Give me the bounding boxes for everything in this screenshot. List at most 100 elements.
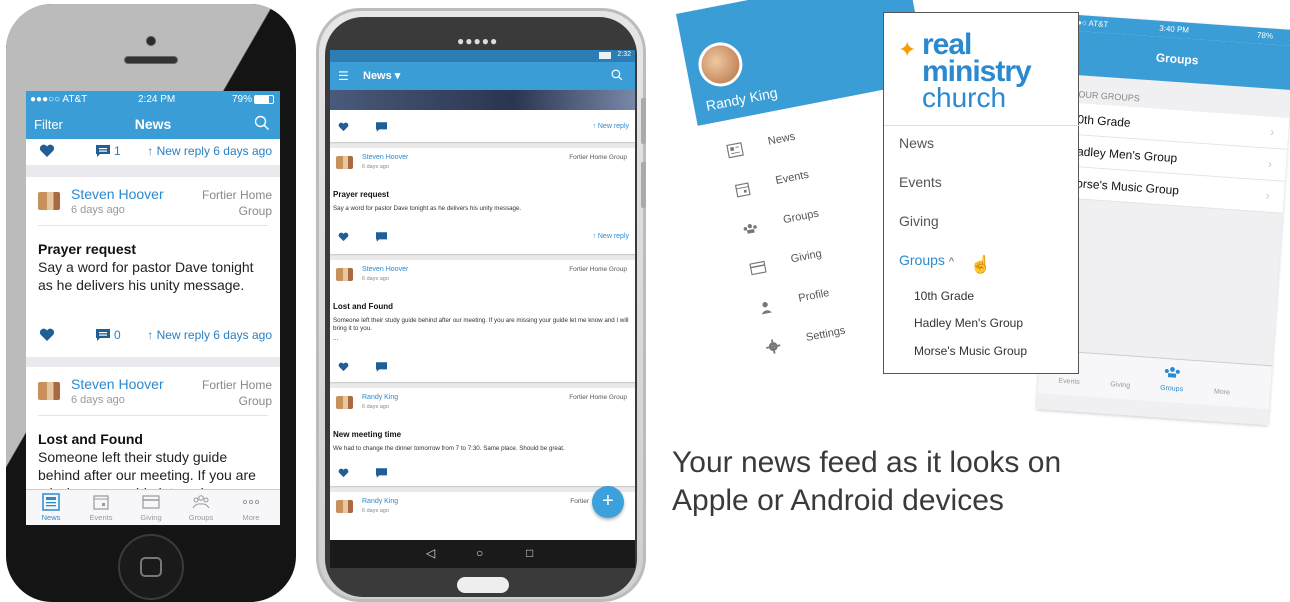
tab-events[interactable]: Events [76,493,126,522]
post-title: Lost and Found [38,431,143,447]
post-time: 6 days ago [362,404,389,410]
new-reply-link[interactable]: ↑ New reply [592,123,629,130]
group-row-label: 10th Grade [1070,111,1132,130]
submenu-item[interactable]: 10th Grade [914,289,974,303]
search-icon[interactable] [611,69,623,81]
avatar [38,382,60,400]
avatar [336,396,353,409]
post-body: We had to change the dinner tomorrow fro… [333,445,565,452]
comment-icon[interactable] [376,232,387,242]
submenu-item[interactable]: Morse's Music Group [914,344,1027,358]
post-time: 6 days ago [71,394,125,406]
menu-item-news[interactable]: News [899,135,934,151]
news-icon [726,142,744,159]
heart-icon[interactable] [338,232,349,242]
tab-label: More [242,513,260,522]
android-speaker-dots: ●●●●● [457,34,499,48]
tab-groups[interactable]: Groups [1160,385,1183,394]
post-author[interactable]: Steven Hoover [362,154,408,161]
post-time: 6 days ago [362,164,389,170]
menu-item-giving[interactable]: Giving [899,213,939,229]
chevron-up-icon: ^ [948,256,954,268]
group-line: Group [238,204,272,218]
chevron-right-icon: › [1265,188,1271,203]
new-reply-link[interactable]: ↑ New reply 6 days ago [147,328,272,342]
star-icon: ✦ [898,37,917,62]
comment-icon[interactable] [376,122,387,132]
divider [38,225,268,226]
submenu-item[interactable]: Hadley Men's Group [914,316,1023,330]
post-author[interactable]: Steven Hoover [362,266,408,273]
heart-icon[interactable] [338,468,349,478]
battery-percent: 79% [232,94,253,105]
action-row: 0 ↑ New reply 6 days ago [26,323,280,347]
comment-icon[interactable] [376,468,387,478]
new-reply-text: New reply 6 days ago [156,328,272,342]
drawer-item-label: Giving [789,247,823,266]
tagline-line: Your news feed as it looks on [672,446,1062,479]
comment-count-value: 0 [114,328,121,342]
avatar [336,268,353,281]
avatar[interactable] [694,38,747,91]
post-card[interactable]: Steven Hoover 6 days ago Fortier Home Gro… [26,177,280,357]
tab-label: Groups [188,513,214,522]
tab-events[interactable]: Events [1058,378,1080,386]
search-icon[interactable] [254,115,270,131]
post-author[interactable]: Randy King [362,498,398,505]
tab-giving[interactable]: Giving [126,493,176,522]
new-reply-text: New reply [597,233,629,240]
post-author[interactable]: Steven Hoover [71,376,164,392]
compose-fab-button[interactable]: + [592,486,624,518]
post-card[interactable]: Steven Hoover 6 days ago Fortier Home Gro… [26,367,280,501]
post-title: New meeting time [333,430,402,439]
heart-icon[interactable] [338,362,349,372]
new-reply-link[interactable]: ↑ New reply [592,233,629,240]
chevron-right-icon: › [1269,124,1275,139]
new-reply-link[interactable]: ↑ New reply 6 days ago [147,144,272,158]
tab-more[interactable]: More [1214,388,1230,396]
tab-news[interactable]: News [26,493,76,522]
post-group[interactable]: Fortier Home Group [569,394,627,401]
heart-icon[interactable] [338,122,349,132]
divider [884,125,1080,126]
tab-more[interactable]: More [226,493,276,522]
post-author[interactable]: Steven Hoover [71,186,164,202]
toolbar-title[interactable]: News ▾ [363,69,400,82]
post-time: 6 days ago [362,508,389,514]
front-camera [146,36,156,46]
tab-giving[interactable]: Giving [1110,381,1130,389]
post-group[interactable]: Fortier Home Group [192,377,272,409]
post-group[interactable]: Fortier Home Group [192,187,272,219]
tagline-line: Apple or Android devices [672,484,1004,517]
post-group[interactable]: Fortier [570,498,589,505]
post-card[interactable]: Randy King 6 days ago Fortier Home Group… [330,388,635,486]
card-icon [749,260,767,276]
hamburger-menu-icon[interactable]: ☰ [338,69,349,83]
back-icon[interactable]: ◁ [426,546,435,560]
person-icon [761,302,773,315]
post-author[interactable]: Randy King [362,394,398,401]
post-action-bar: ↑ New reply [330,110,635,142]
post-card[interactable]: Randy King 6 days ago Fortier [330,492,635,540]
calendar-icon [93,495,109,510]
recent-apps-icon[interactable]: □ [526,546,533,560]
tab-groups[interactable]: Groups [176,493,226,522]
menu-item-groups[interactable]: Groups ^ [899,252,954,268]
comment-count[interactable]: 0 [96,328,121,342]
post-body: Say a word for pastor Dave tonight as he… [38,259,254,293]
drawer-item-label: News [766,130,797,148]
post-card[interactable]: Steven Hoover 6 days ago Fortier Home Gr… [330,260,635,382]
comment-count[interactable]: 1 [96,144,121,158]
menu-item-events[interactable]: Events [899,174,942,190]
comment-icon[interactable] [376,362,387,372]
home-icon[interactable]: ○ [476,546,483,560]
home-button-icon [140,557,162,577]
post-group[interactable]: Fortier Home Group [569,154,627,161]
church-menu-card: ✦ real ministry church News Events Givin… [883,12,1080,374]
post-ellipsis: ... [333,335,339,342]
post-group[interactable]: Fortier Home Group [569,266,627,273]
post-time: 6 days ago [362,276,389,282]
post-card[interactable]: Steven Hoover 6 days ago Fortier Home Gr… [330,148,635,254]
heart-icon[interactable] [39,144,55,158]
heart-icon[interactable] [39,328,55,342]
